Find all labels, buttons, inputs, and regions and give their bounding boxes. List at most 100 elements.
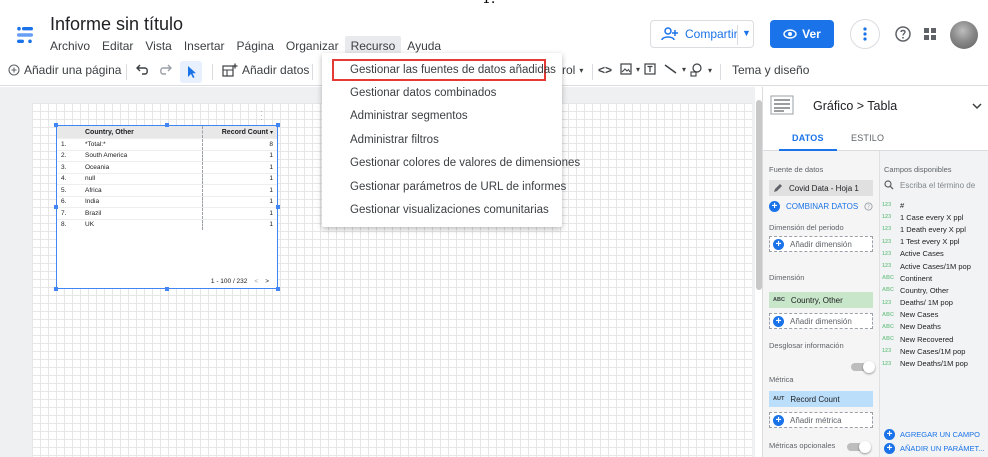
menu-editar[interactable]: Editar xyxy=(96,36,139,56)
menu-item-community-viz[interactable]: Gestionar visualizaciones comunitarias xyxy=(350,201,549,219)
row-country: *Total:* xyxy=(81,139,203,150)
add-metric-button[interactable]: + Añadir métrica xyxy=(769,412,873,428)
menu-pagina[interactable]: Página xyxy=(231,36,280,56)
add-period-dimension-button[interactable]: + Añadir dimensión xyxy=(769,236,873,252)
resize-handle[interactable] xyxy=(54,205,58,209)
tab-data[interactable]: DATOS xyxy=(792,133,824,143)
add-control-button[interactable]: rol ▾ xyxy=(562,63,583,77)
line-button[interactable]: ▾ xyxy=(664,63,686,75)
next-page-icon[interactable]: > xyxy=(265,278,269,285)
embed-code-button[interactable]: <> xyxy=(598,63,612,77)
field-item[interactable]: 123 Active Cases/1M pop xyxy=(882,260,988,272)
table-row[interactable]: 5. Africa 1 xyxy=(57,184,277,196)
column-header-country[interactable]: Country, Other xyxy=(81,126,203,138)
resize-handle[interactable] xyxy=(276,123,280,127)
field-type-badge: ABC xyxy=(882,275,894,282)
select-tool-button[interactable] xyxy=(180,61,202,83)
field-type-badge: 123 xyxy=(882,360,892,367)
chevron-down-icon[interactable] xyxy=(971,101,983,111)
table-chart[interactable]: Country, Other Record Count ▾ 1. *Total:*… xyxy=(56,125,278,289)
column-header-record-count[interactable]: Record Count ▾ xyxy=(203,129,277,136)
field-search[interactable]: Escriba el término de xyxy=(884,177,988,193)
search-input[interactable]: Escriba el término de xyxy=(900,181,975,190)
table-chart-icon xyxy=(770,95,794,115)
resize-handle[interactable] xyxy=(276,287,280,291)
prev-page-icon[interactable]: < xyxy=(254,278,258,285)
dimension-chip[interactable]: ABC Country, Other xyxy=(769,292,873,308)
more-options-button[interactable] xyxy=(850,19,880,49)
tab-style[interactable]: ESTILO xyxy=(851,133,884,143)
resize-handle[interactable] xyxy=(54,287,58,291)
theme-layout-button[interactable]: Tema y diseño xyxy=(732,63,809,77)
add-circle-icon xyxy=(8,64,20,76)
blend-data-button[interactable]: + COMBINAR DATOS ? xyxy=(769,201,873,212)
menu-item-manage-data-sources[interactable]: Gestionar las fuentes de datos añadidas xyxy=(350,61,556,79)
report-title[interactable]: Informe sin título xyxy=(50,14,183,35)
table-row[interactable]: 4. null 1 xyxy=(57,172,277,184)
resize-handle[interactable] xyxy=(165,287,169,291)
add-page-button[interactable]: Añadir una página xyxy=(8,63,121,77)
menu-item-manage-blends[interactable]: Gestionar datos combinados xyxy=(350,84,496,102)
metric-chip[interactable]: AUT Record Count xyxy=(769,391,873,407)
abc-type-badge: ABC xyxy=(773,297,785,303)
field-item[interactable]: ABC New Recovered xyxy=(882,333,988,345)
row-record-count: 1 xyxy=(269,198,273,206)
breakdown-toggle[interactable] xyxy=(851,361,875,373)
menu-item-url-params[interactable]: Gestionar parámetros de URL de informes xyxy=(350,178,566,196)
help-icon[interactable]: ? xyxy=(864,202,873,211)
add-dimension-button[interactable]: + Añadir dimensión xyxy=(769,313,873,329)
table-row[interactable]: 8. UK 1 xyxy=(57,218,277,230)
sort-desc-icon: ▾ xyxy=(269,129,273,136)
table-row[interactable]: 3. Oceania 1 xyxy=(57,161,277,173)
field-name: 1 Test every X ppl xyxy=(900,237,960,247)
field-item[interactable]: ABC New Deaths xyxy=(882,321,988,333)
menu-item-filters[interactable]: Administrar filtros xyxy=(350,131,439,149)
resize-handle[interactable] xyxy=(165,123,169,127)
table-row[interactable]: 6. India 1 xyxy=(57,195,277,207)
add-data-button[interactable]: Añadir datos xyxy=(222,63,309,77)
field-item[interactable]: 123 Active Cases xyxy=(882,248,988,260)
image-button[interactable]: ▾ xyxy=(620,63,640,75)
row-record-count: 1 xyxy=(269,163,273,171)
optional-metrics-toggle[interactable] xyxy=(847,441,871,453)
menu-insertar[interactable]: Insertar xyxy=(178,36,231,56)
field-item[interactable]: ABC New Cases xyxy=(882,309,988,321)
caret-down-icon[interactable]: ▼ xyxy=(742,28,751,38)
toggle-knob xyxy=(863,361,875,373)
field-item[interactable]: ABC Country, Other xyxy=(882,284,988,296)
field-item[interactable]: 123 1 Death every X ppl xyxy=(882,223,988,235)
resize-handle[interactable] xyxy=(276,205,280,209)
available-fields-column: Campos disponibles Escriba el término de… xyxy=(879,151,988,457)
menu-item-dimension-colors[interactable]: Gestionar colores de valores de dimensio… xyxy=(350,154,580,172)
menu-archivo[interactable]: Archivo xyxy=(44,36,96,56)
plus-circle-icon: + xyxy=(884,428,895,440)
help-icon[interactable] xyxy=(895,26,911,42)
field-item[interactable]: 123 New Cases/1M pop xyxy=(882,345,988,357)
drag-handle-icon[interactable]: · · · xyxy=(260,108,263,124)
field-item[interactable]: 123 1 Test every X ppl xyxy=(882,236,988,248)
setup-column: Fuente de datos Covid Data - Hoja 1 + CO… xyxy=(763,151,879,457)
undo-button[interactable] xyxy=(136,63,150,75)
field-item[interactable]: 123 1 Case every X ppl xyxy=(882,211,988,223)
field-item[interactable]: 123 New Deaths/1M pop xyxy=(882,357,988,369)
field-item[interactable]: 123 Deaths/ 1M pop xyxy=(882,297,988,309)
user-avatar[interactable] xyxy=(950,21,978,49)
redo-button[interactable] xyxy=(158,63,172,75)
shape-button[interactable]: ▾ xyxy=(690,63,712,77)
add-parameter-button[interactable]: + AÑADIR UN PARÁMET... xyxy=(884,441,984,455)
field-type-badge: 123 xyxy=(882,263,892,270)
resize-handle[interactable] xyxy=(54,123,58,127)
text-button[interactable] xyxy=(644,63,656,75)
table-row[interactable]: 2. South America 1 xyxy=(57,149,277,161)
data-source-chip[interactable]: Covid Data - Hoja 1 xyxy=(769,180,873,196)
share-button[interactable]: Compartir ▼ xyxy=(650,20,754,48)
field-item[interactable]: ABC Continent xyxy=(882,272,988,284)
menu-item-segments[interactable]: Administrar segmentos xyxy=(350,107,468,125)
field-item[interactable]: 123 # xyxy=(882,199,988,211)
table-row[interactable]: 7. Brazil 1 xyxy=(57,207,277,219)
menu-vista[interactable]: Vista xyxy=(139,36,177,56)
apps-grid-icon[interactable] xyxy=(922,26,938,42)
add-field-button[interactable]: + AGREGAR UN CAMPO xyxy=(884,427,984,441)
table-row[interactable]: 1. *Total:* 8 xyxy=(57,138,277,150)
view-button[interactable]: Ver xyxy=(770,20,834,48)
